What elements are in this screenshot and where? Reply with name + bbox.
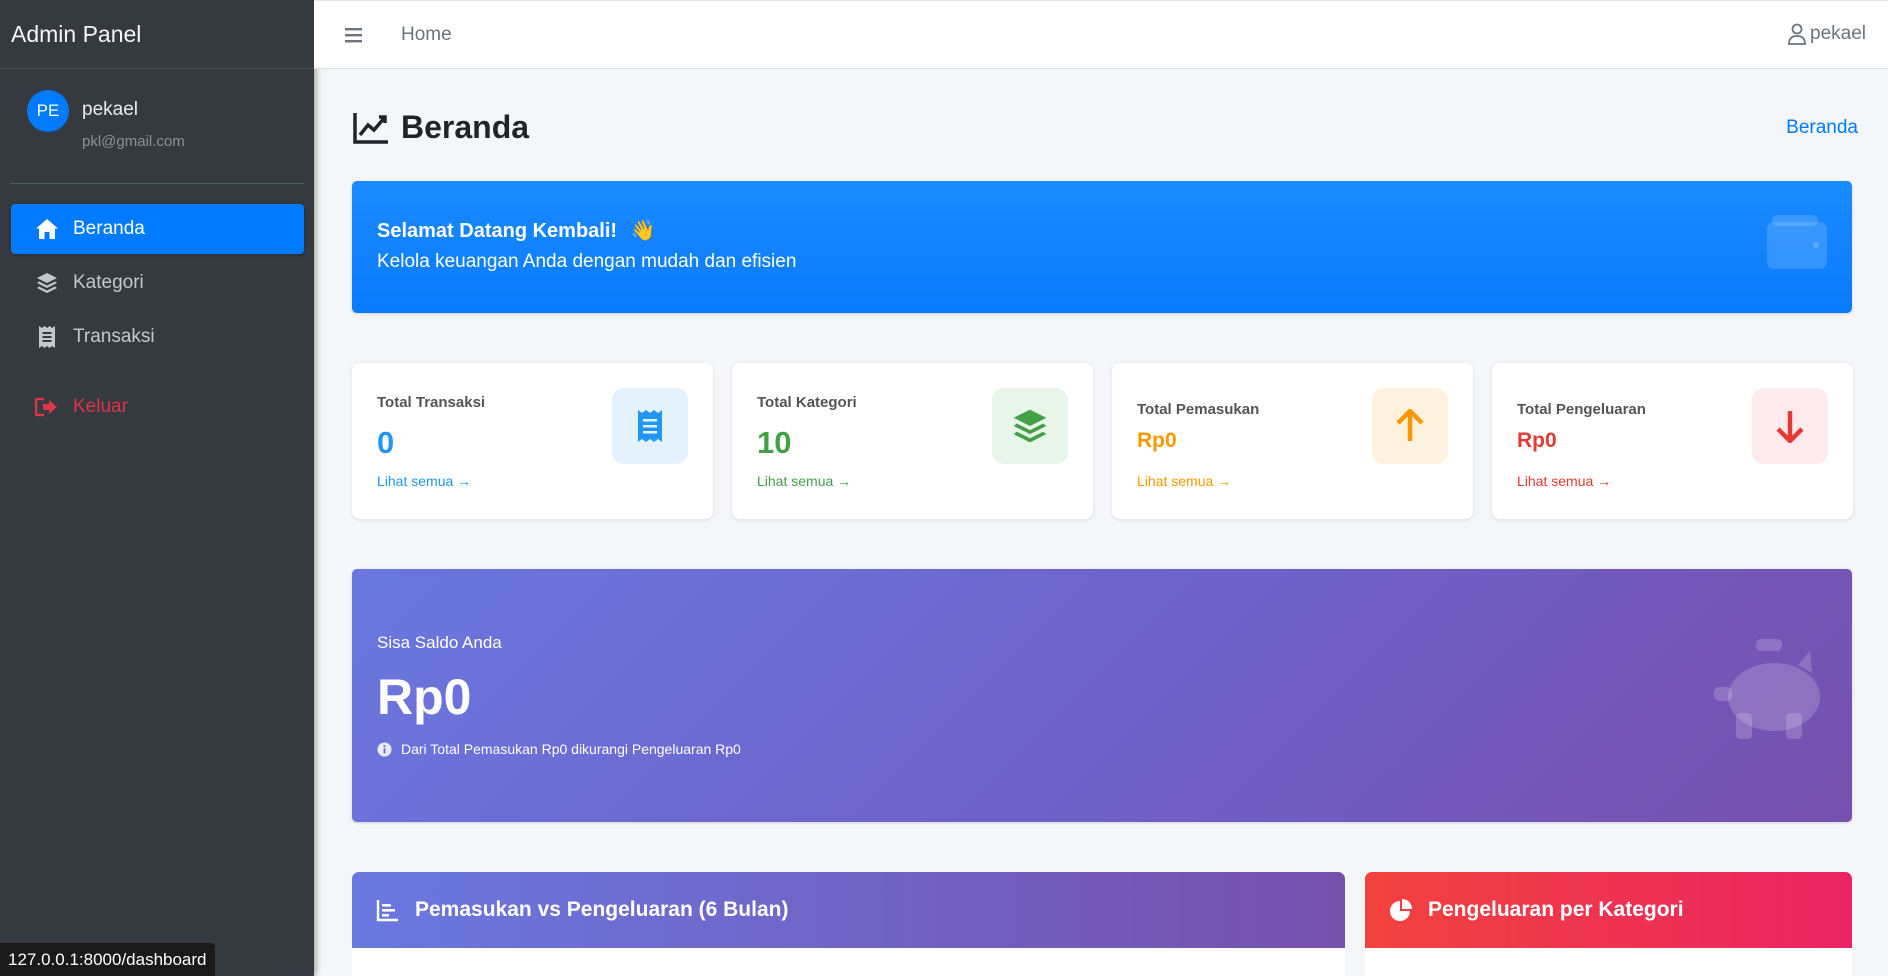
stat-value: 0 <box>377 425 395 460</box>
panel-body <box>352 948 1345 976</box>
avatar[interactable]: PE <box>27 90 69 132</box>
panel-header: Pengeluaran per Kategori <box>1365 872 1852 948</box>
user-name[interactable]: pekael <box>82 99 138 121</box>
main-content: Beranda Beranda Selamat Datang Kembali! … <box>314 69 1888 976</box>
home-link[interactable]: Home <box>401 24 452 46</box>
layers-icon <box>34 270 60 296</box>
stat-card-transaksi: Total Transaksi 0 Lihat semua → <box>352 363 713 519</box>
user-menu[interactable]: pekael <box>1787 23 1866 45</box>
user-email: pkl@gmail.com <box>82 133 185 150</box>
status-bar-url: 127.0.0.1:8000/dashboard <box>0 943 215 976</box>
balance-label: Sisa Saldo Anda <box>377 633 502 652</box>
stat-label: Total Kategori <box>757 394 857 411</box>
panel-title: Pemasukan vs Pengeluaran (6 Bulan) <box>415 898 789 921</box>
arrow-up-icon <box>1372 388 1448 464</box>
arrow-down-icon <box>1752 388 1828 464</box>
stat-value: 10 <box>757 425 792 460</box>
stat-card-kategori: Total Kategori 10 Lihat semua → <box>732 363 1093 519</box>
topbar: Home pekael <box>314 0 1888 69</box>
sidebar-item-label: Beranda <box>73 218 145 239</box>
waving-hand-emoji: 👋 <box>630 220 656 242</box>
welcome-banner: Selamat Datang Kembali! 👋 Kelola keuanga… <box>352 181 1852 313</box>
stat-label: Total Transaksi <box>377 394 486 411</box>
logout-label: Keluar <box>73 396 128 417</box>
balance-value: Rp0 <box>377 669 472 725</box>
stat-card-pengeluaran: Total Pengeluaran Rp0 Lihat semua → <box>1492 363 1853 519</box>
stat-value: Rp0 <box>1137 429 1177 452</box>
info-icon <box>377 742 392 757</box>
stat-card-pemasukan: Total Pemasukan Rp0 Lihat semua → <box>1112 363 1473 519</box>
stats-cards: Total Transaksi 0 Lihat semua → Total Ka… <box>352 363 1853 519</box>
sidebar-nav: Beranda Kategori Transaksi Keluar <box>11 204 304 436</box>
breadcrumb[interactable]: Beranda <box>1786 117 1858 139</box>
brand[interactable]: Admin Panel <box>0 0 314 69</box>
sidebar-item-beranda[interactable]: Beranda <box>11 204 304 254</box>
brand-text[interactable]: Admin Panel <box>11 21 141 48</box>
receipt-icon <box>612 388 688 464</box>
see-all-link[interactable]: Lihat semua → <box>1137 473 1231 489</box>
welcome-title-text: Selamat Datang Kembali! <box>377 220 618 242</box>
layers-icon <box>992 388 1068 464</box>
balance-note: Dari Total Pemasukan Rp0 dikurangi Penge… <box>377 741 741 757</box>
logout-icon <box>34 394 60 420</box>
line-chart-icon <box>352 111 390 145</box>
hamburger-menu-icon[interactable] <box>342 23 366 47</box>
see-all-link[interactable]: Lihat semua → <box>757 473 851 489</box>
sidebar: Admin Panel PE pekael pkl@gmail.com Bera… <box>0 0 314 976</box>
sidebar-item-kategori[interactable]: Kategori <box>11 258 304 308</box>
page-title: Beranda <box>352 109 529 146</box>
see-all-link[interactable]: Lihat semua → <box>1517 473 1611 489</box>
bar-chart-icon <box>376 898 400 922</box>
pie-chart-icon <box>1389 898 1413 922</box>
user-panel: PE pekael pkl@gmail.com <box>10 69 304 184</box>
income-vs-expense-panel: Pemasukan vs Pengeluaran (6 Bulan) <box>352 872 1345 976</box>
stat-label: Total Pemasukan <box>1137 401 1260 418</box>
welcome-subtitle: Kelola keuangan Anda dengan mudah dan ef… <box>377 251 797 272</box>
panel-header: Pemasukan vs Pengeluaran (6 Bulan) <box>352 872 1345 948</box>
top-user-name: pekael <box>1810 23 1866 44</box>
stat-label: Total Pengeluaran <box>1517 401 1646 418</box>
sidebar-item-label: Transaksi <box>73 326 155 347</box>
receipt-icon <box>34 324 60 350</box>
balance-card: Sisa Saldo Anda Rp0 Dari Total Pemasukan… <box>352 569 1852 822</box>
piggy-bank-icon <box>1712 637 1828 741</box>
balance-note-text: Dari Total Pemasukan Rp0 dikurangi Penge… <box>401 741 741 757</box>
stat-value: Rp0 <box>1517 429 1557 452</box>
panel-body <box>1365 948 1852 976</box>
logout-button[interactable]: Keluar <box>11 382 304 432</box>
wallet-icon <box>1766 214 1828 270</box>
expense-by-category-panel: Pengeluaran per Kategori <box>1365 872 1852 976</box>
sidebar-item-label: Kategori <box>73 272 144 293</box>
panel-title: Pengeluaran per Kategori <box>1428 898 1684 921</box>
home-icon <box>34 216 60 242</box>
user-icon <box>1787 23 1807 45</box>
page-title-text: Beranda <box>401 109 530 145</box>
see-all-link[interactable]: Lihat semua → <box>377 473 471 489</box>
welcome-title: Selamat Datang Kembali! 👋 <box>377 218 656 243</box>
sidebar-item-transaksi[interactable]: Transaksi <box>11 312 304 362</box>
